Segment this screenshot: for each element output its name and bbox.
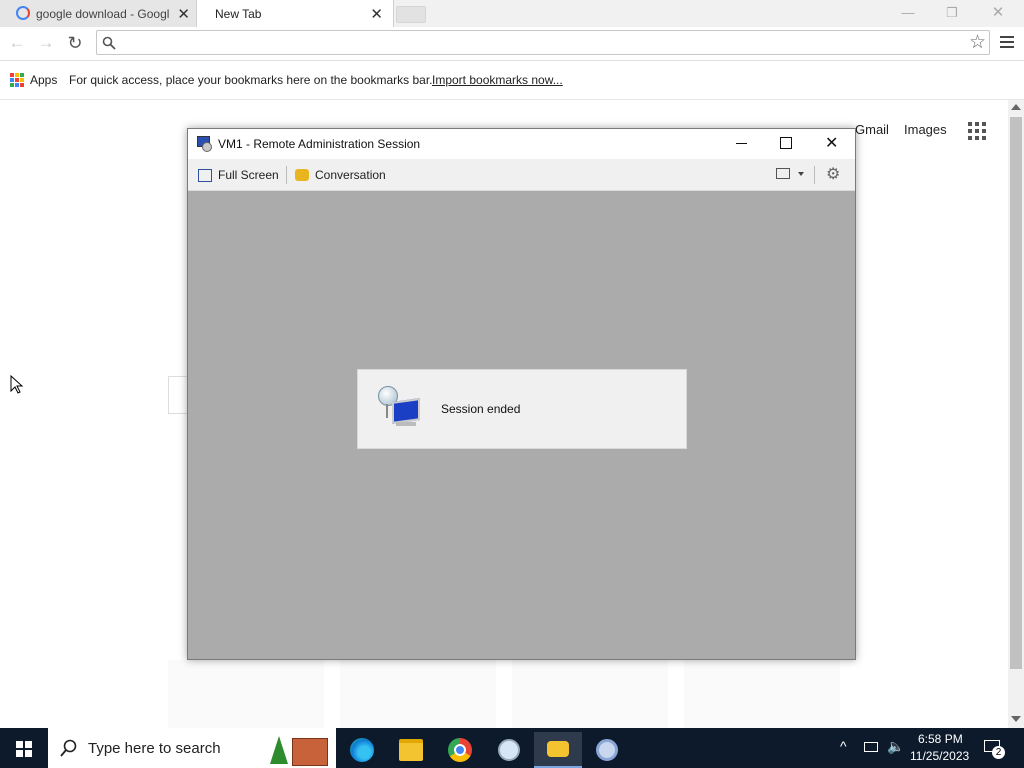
toolbar-separator [286, 166, 287, 184]
remote-session-app-icon [197, 136, 212, 152]
back-arrow-icon[interactable]: ← [6, 33, 28, 53]
paint-icon [498, 739, 520, 761]
forward-arrow-icon[interactable]: → [35, 33, 57, 53]
file-explorer-icon [399, 739, 423, 761]
windows-taskbar: Type here to search ^ 🔈 6:58 PM 11/25/20… [0, 728, 1024, 768]
full-screen-label: Full Screen [218, 168, 279, 182]
settings-gear-icon[interactable]: ⚙ [826, 164, 840, 184]
scroll-up-icon[interactable] [1011, 104, 1021, 110]
network-computer-icon [378, 386, 420, 432]
tab-google-download[interactable]: google download - Googl ✕ [0, 0, 200, 27]
google-favicon-icon [16, 6, 30, 20]
conversation-label: Conversation [315, 168, 386, 182]
session-viewport: Session ended [188, 191, 855, 659]
reload-icon[interactable]: ↻ [64, 33, 86, 53]
mouse-cursor-icon [10, 375, 24, 394]
conversation-icon [295, 169, 309, 181]
file-explorer-taskbar-button[interactable] [387, 732, 435, 768]
shortcut-tile[interactable] [512, 660, 668, 728]
apps-link[interactable]: Apps [30, 73, 57, 87]
session-toolbar: Full Screen Conversation ⚙ [188, 159, 855, 191]
close-icon[interactable]: ✕ [825, 133, 838, 153]
conversation-button[interactable]: Conversation [295, 166, 386, 184]
search-placeholder: Type here to search [88, 740, 221, 757]
taskbar-search-box[interactable]: Type here to search [48, 728, 336, 768]
paint-taskbar-button[interactable] [485, 732, 533, 768]
minimize-icon[interactable]: — [894, 4, 922, 22]
scrollbar-thumb[interactable] [1010, 117, 1022, 669]
network-icon[interactable] [864, 742, 878, 752]
chrome-alt-icon [596, 739, 618, 761]
volume-muted-icon[interactable]: 🔈 [887, 738, 904, 755]
import-bookmarks-link[interactable]: Import bookmarks now... [432, 73, 563, 87]
chrome-menu-icon[interactable] [1000, 36, 1014, 48]
monitor-icon [776, 168, 790, 179]
bookmarks-hint-text: For quick access, place your bookmarks h… [69, 73, 433, 87]
shortcut-tile[interactable] [340, 660, 496, 728]
chrome-taskbar-button[interactable] [436, 732, 484, 768]
apps-grid-icon[interactable] [10, 73, 24, 87]
scroll-down-icon[interactable] [1011, 716, 1021, 722]
session-status-dialog: Session ended [357, 369, 687, 449]
close-tab-icon[interactable]: ✕ [370, 5, 383, 23]
tab-new-tab[interactable]: New Tab ✕ [196, 0, 394, 27]
edge-icon [350, 738, 374, 762]
maximize-icon[interactable] [780, 137, 792, 149]
chrome-alt-taskbar-button[interactable] [583, 732, 631, 768]
images-link[interactable]: Images [904, 122, 947, 137]
search-highlights-icon [270, 734, 328, 766]
window-title: VM1 - Remote Administration Session [218, 137, 421, 151]
messaging-taskbar-button[interactable] [534, 732, 582, 768]
google-apps-icon[interactable] [968, 122, 986, 140]
toolbar-separator [814, 166, 815, 184]
display-options-button[interactable] [776, 168, 808, 182]
session-status-text: Session ended [441, 402, 521, 416]
start-button[interactable] [0, 728, 48, 768]
close-tab-icon[interactable]: ✕ [177, 5, 190, 23]
remote-admin-window: VM1 - Remote Administration Session ✕ Fu… [187, 128, 856, 660]
restore-icon[interactable]: ❐ [938, 4, 966, 22]
minimize-icon[interactable] [734, 136, 748, 150]
windows-logo-icon [16, 741, 32, 757]
notification-center-button[interactable]: 2 [982, 736, 1006, 760]
bookmark-star-icon[interactable]: ☆ [969, 31, 986, 54]
tab-strip: google download - Googl ✕ New Tab ✕ — ❐ … [0, 0, 1024, 27]
show-hidden-icons-chevron-icon[interactable]: ^ [840, 738, 847, 754]
browser-toolbar: ← → ↻ ☆ [0, 27, 1024, 61]
messaging-icon [547, 741, 569, 757]
close-icon[interactable]: ✕ [984, 4, 1012, 22]
dropdown-arrow-icon [798, 172, 804, 176]
chrome-icon [448, 738, 472, 762]
clock-date[interactable]: 11/25/2023 [910, 749, 969, 763]
search-icon [60, 739, 77, 757]
window-titlebar[interactable]: VM1 - Remote Administration Session ✕ [188, 129, 855, 159]
edge-taskbar-button[interactable] [338, 732, 386, 768]
shortcut-tile[interactable] [684, 660, 840, 728]
tab-label: google download - Googl [36, 6, 170, 21]
address-bar[interactable]: ☆ [96, 30, 990, 55]
clock-time[interactable]: 6:58 PM [918, 732, 963, 746]
search-icon [102, 36, 116, 50]
full-screen-button[interactable]: Full Screen [198, 166, 279, 184]
notification-count-badge: 2 [992, 746, 1005, 759]
shortcut-tile[interactable] [168, 660, 324, 728]
tab-label: New Tab [215, 6, 262, 21]
address-input[interactable] [121, 33, 965, 53]
gmail-link[interactable]: Gmail [855, 122, 889, 137]
full-screen-icon [198, 168, 212, 182]
new-tab-button[interactable] [396, 6, 426, 23]
bookmarks-bar: Apps For quick access, place your bookma… [0, 61, 1024, 100]
